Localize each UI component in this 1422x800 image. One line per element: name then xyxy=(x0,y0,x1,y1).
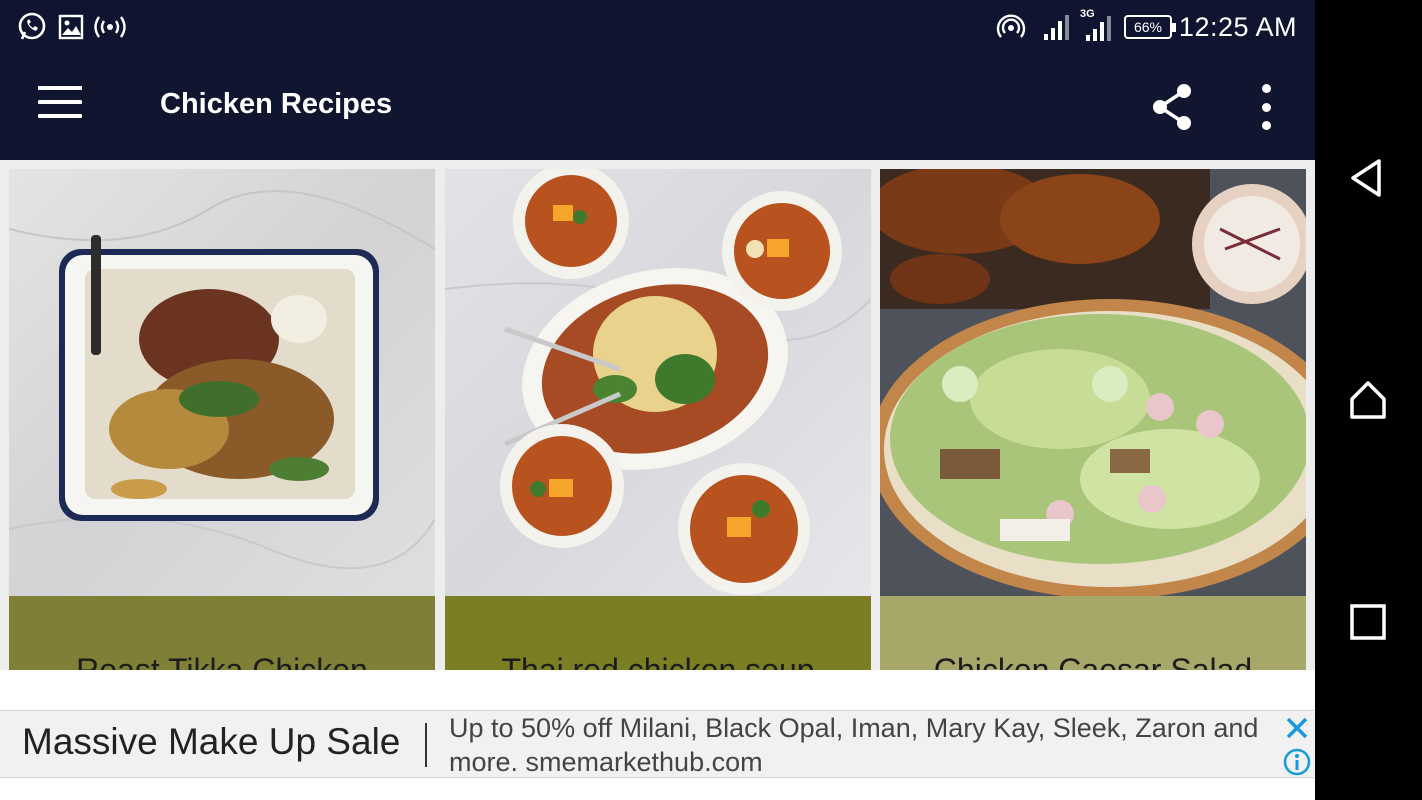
share-icon[interactable] xyxy=(1148,82,1198,132)
info-icon[interactable] xyxy=(1282,747,1312,777)
recipe-title: Roast Tikka Chicken xyxy=(76,652,368,670)
recipe-card[interactable]: Thai red chicken soup xyxy=(445,169,871,670)
ad-banner[interactable]: Massive Make Up Sale Up to 50% off Milan… xyxy=(0,710,1315,778)
recipe-image-thai-red-chicken-soup xyxy=(445,169,871,596)
status-bar: 3G 66% 12:25 AM xyxy=(0,0,1315,54)
home-icon[interactable] xyxy=(1345,377,1391,423)
ad-divider xyxy=(425,723,427,767)
page-title: Chicken Recipes xyxy=(160,88,393,120)
status-time: 12:25 AM xyxy=(1178,12,1297,42)
recipe-card-footer: Chicken Caesar Salad xyxy=(880,596,1306,670)
signal-icon xyxy=(1040,11,1072,43)
menu-icon[interactable] xyxy=(38,86,86,126)
recipe-title: Thai red chicken soup xyxy=(501,652,815,670)
image-icon xyxy=(55,11,87,43)
recipe-card[interactable]: Chicken Caesar Salad xyxy=(880,169,1306,670)
more-vert-icon[interactable] xyxy=(1250,84,1282,130)
close-icon[interactable] xyxy=(1282,713,1312,743)
recipe-image-roast-tikka-chicken xyxy=(9,169,435,596)
hotspot-icon xyxy=(995,11,1027,43)
recents-icon[interactable] xyxy=(1345,599,1391,645)
recipe-card-footer: Thai red chicken soup xyxy=(445,596,871,670)
whatsapp-icon xyxy=(16,11,48,43)
navigation-bar xyxy=(1315,0,1422,800)
recipe-card-footer: Roast Tikka Chicken xyxy=(9,596,435,670)
ad-body[interactable]: Up to 50% off Milani, Black Opal, Iman, … xyxy=(449,711,1269,779)
ad-headline[interactable]: Massive Make Up Sale xyxy=(22,721,400,763)
ad-area: Massive Make Up Sale Up to 50% off Milan… xyxy=(0,670,1315,800)
battery-icon: 66% xyxy=(1124,15,1176,39)
recipe-title: Chicken Caesar Salad xyxy=(933,652,1253,670)
recipe-grid: Roast Tikka Chicken Thai red chicken sou… xyxy=(0,160,1315,670)
wireless-icon xyxy=(94,11,126,43)
battery-level: 66% xyxy=(1133,19,1163,35)
back-icon[interactable] xyxy=(1345,155,1391,201)
app-bar: Chicken Recipes xyxy=(0,54,1315,160)
recipe-image-chicken-caesar-salad xyxy=(880,169,1306,596)
recipe-card[interactable]: Roast Tikka Chicken xyxy=(9,169,435,670)
network-type-label: 3G xyxy=(1080,8,1095,20)
signal-3g-icon: 3G xyxy=(1080,8,1112,43)
